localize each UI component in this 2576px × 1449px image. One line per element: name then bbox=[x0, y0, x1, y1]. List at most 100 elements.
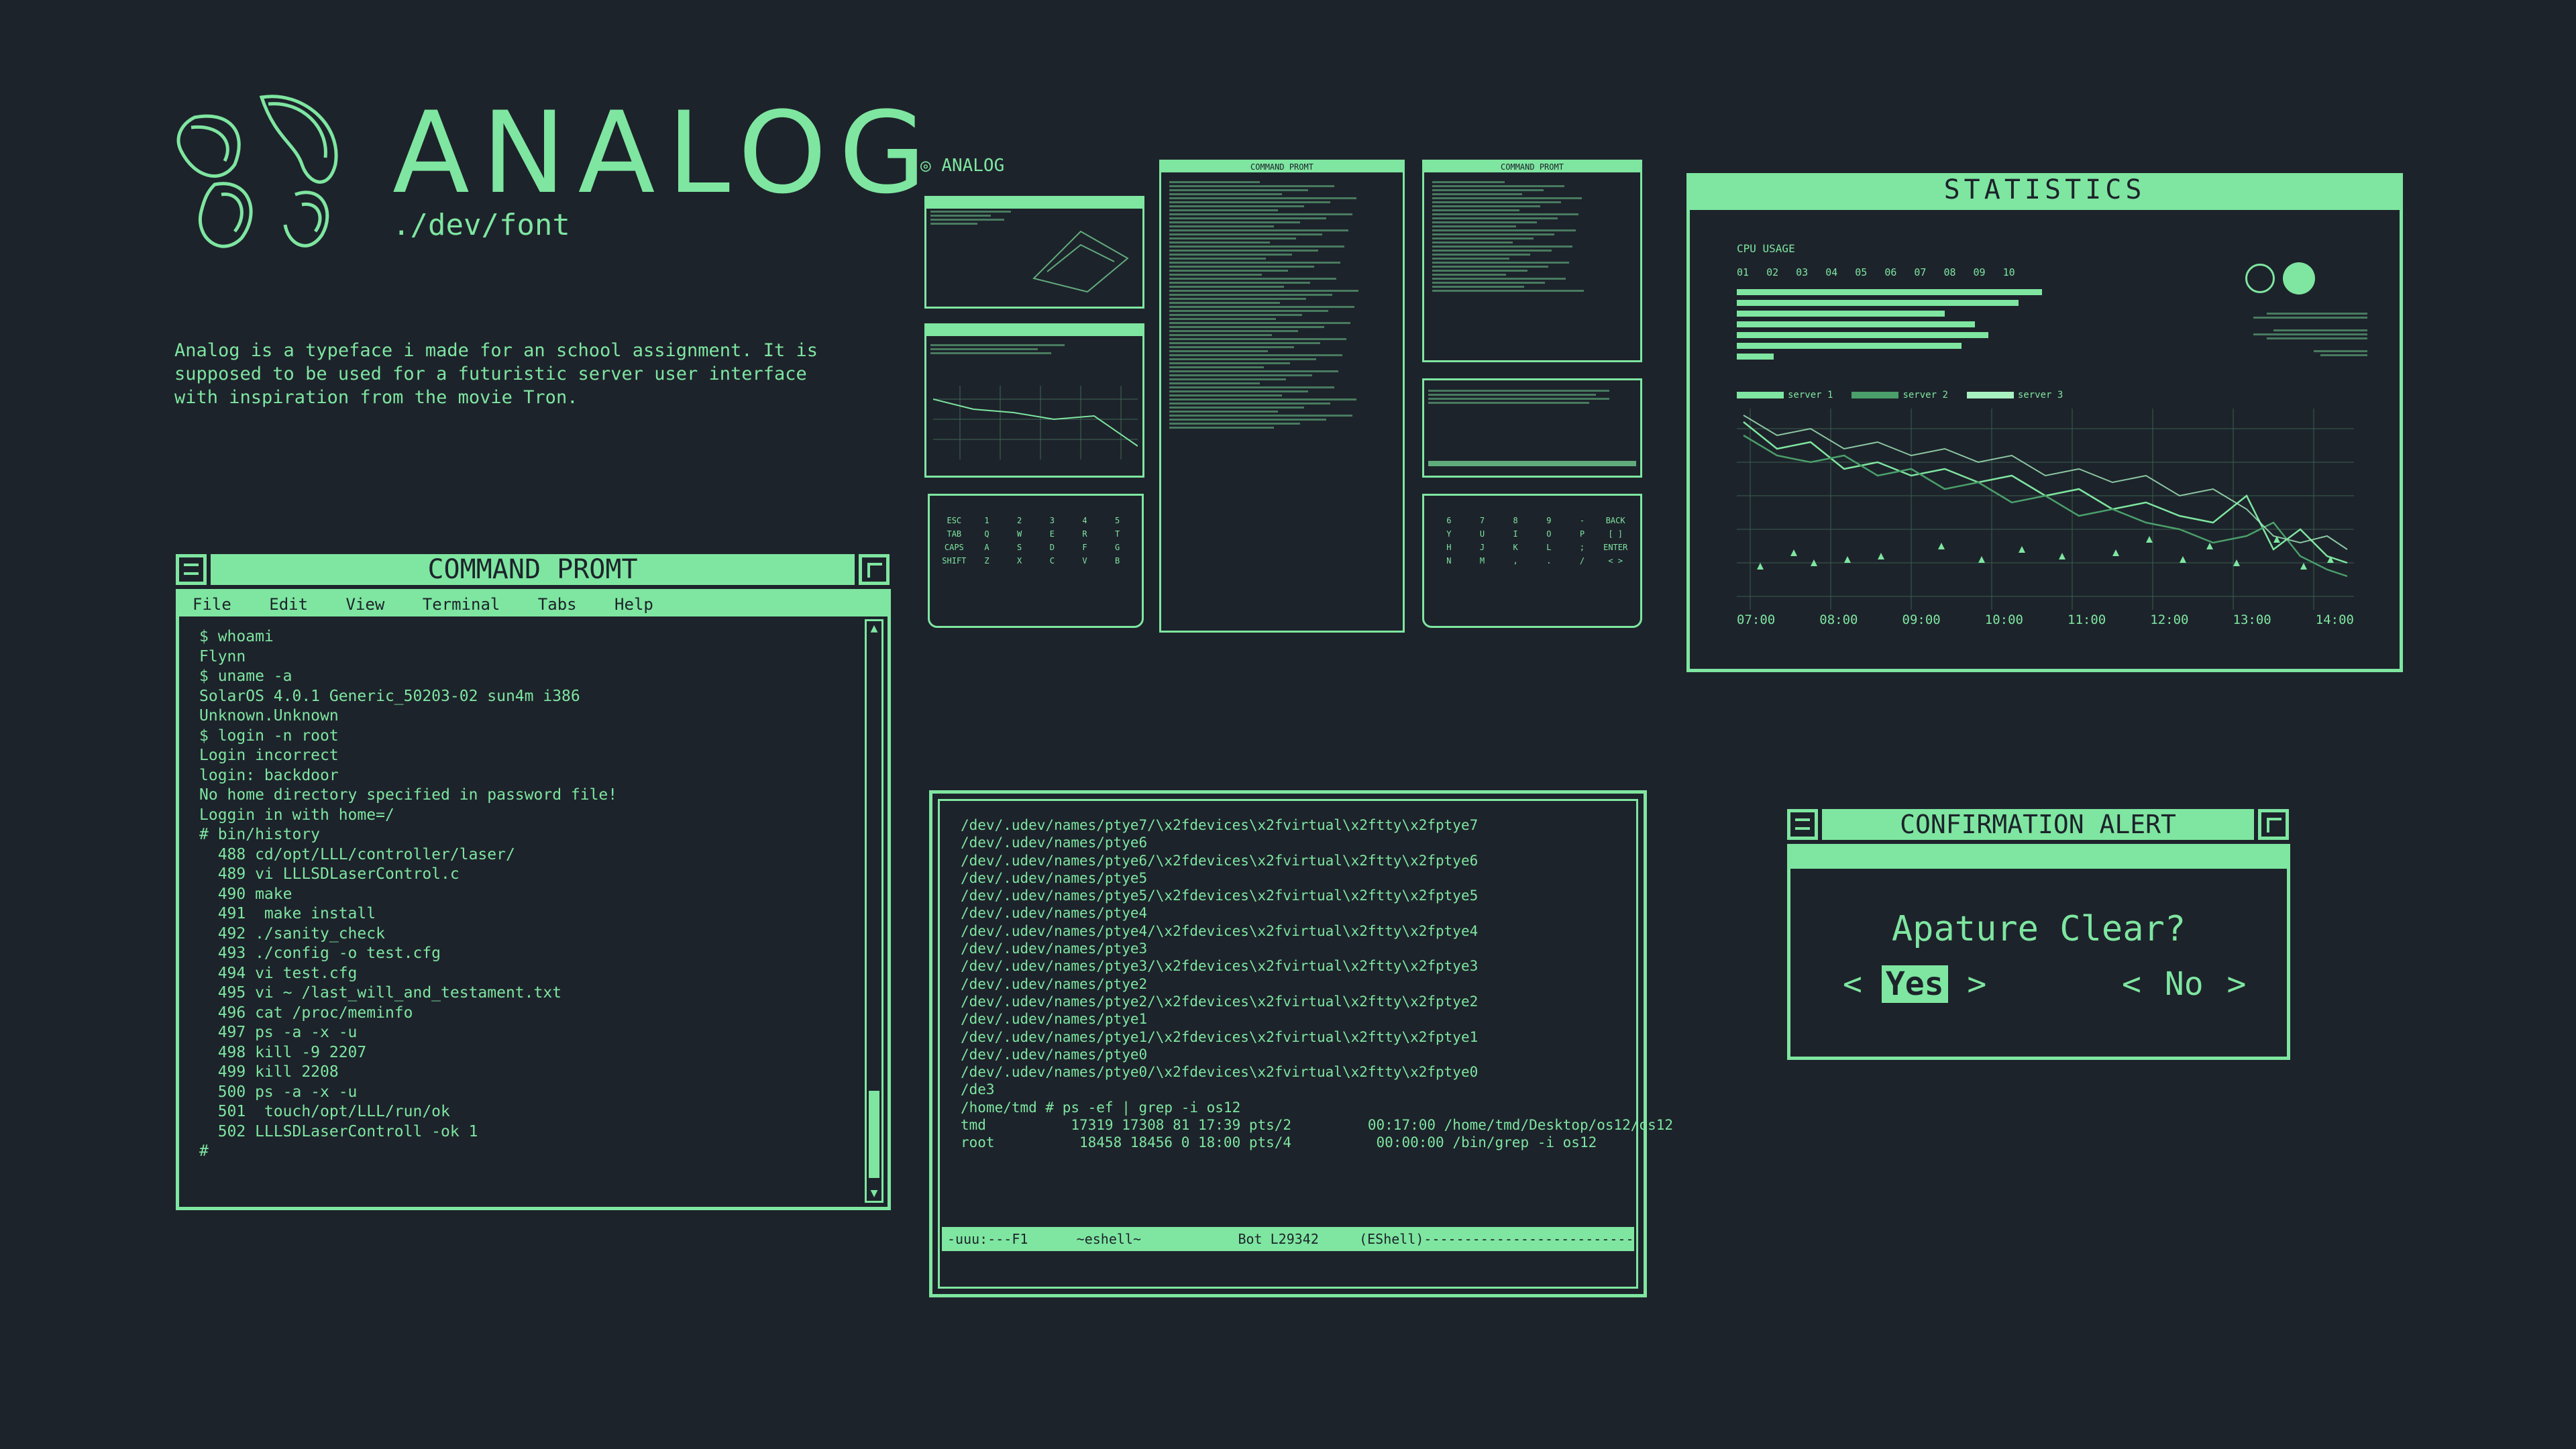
thumbnail-text-line bbox=[1432, 237, 1534, 239]
key-cap[interactable]: P bbox=[1567, 529, 1598, 539]
mini-logo: ◎ ANALOG bbox=[920, 156, 1005, 176]
status-indicator-icon[interactable] bbox=[2283, 262, 2315, 294]
key-cap[interactable]: B bbox=[1102, 556, 1132, 566]
key-cap[interactable]: W bbox=[1004, 529, 1034, 539]
key-cap[interactable]: R bbox=[1070, 529, 1100, 539]
key-cap[interactable]: ESC bbox=[939, 516, 969, 525]
key-cap[interactable]: 9 bbox=[1534, 516, 1564, 525]
server-notes bbox=[2247, 311, 2374, 358]
key-cap[interactable]: CAPS bbox=[939, 543, 969, 552]
key-cap[interactable]: D bbox=[1037, 543, 1067, 552]
key-cap[interactable]: Q bbox=[972, 529, 1002, 539]
alert-menu-icon[interactable] bbox=[1787, 809, 1818, 840]
thumbnail-text-line bbox=[1169, 213, 1352, 215]
yes-button[interactable]: Yes bbox=[1881, 965, 1948, 1003]
key-cap[interactable]: BACK bbox=[1600, 516, 1631, 525]
key-cap[interactable]: Y bbox=[1434, 529, 1464, 539]
scrollbar[interactable]: ▲ ▼ bbox=[865, 619, 883, 1203]
alert-question: Apature Clear? bbox=[1891, 909, 2186, 949]
key-cap[interactable]: , bbox=[1500, 556, 1531, 566]
key-cap[interactable]: V bbox=[1070, 556, 1100, 566]
thumbnail-text-line bbox=[1432, 193, 1523, 195]
refresh-icon[interactable] bbox=[2245, 264, 2275, 293]
cpu-core-label: 03 bbox=[1796, 266, 1809, 278]
no-option[interactable]: < No > bbox=[2122, 965, 2246, 1003]
thumbnail-text-line bbox=[1169, 270, 1288, 272]
menu-tabs[interactable]: Tabs bbox=[538, 595, 577, 614]
yes-option[interactable]: < Yes > bbox=[1843, 965, 1986, 1003]
key-cap[interactable]: G bbox=[1102, 543, 1132, 552]
key-cap[interactable]: TAB bbox=[939, 529, 969, 539]
terminal-line: /dev/.udev/names/ptye6/\x2fdevices\x2fvi… bbox=[961, 852, 1479, 869]
thumb-command-prompt-a: COMMAND PROMT bbox=[1159, 160, 1405, 633]
cpu-bar bbox=[1737, 300, 2019, 306]
thumbnail-text-line bbox=[1169, 354, 1342, 356]
key-cap[interactable]: Z bbox=[972, 556, 1002, 566]
key-cap[interactable]: - bbox=[1567, 516, 1598, 525]
no-chevron-left-icon: < bbox=[2122, 965, 2141, 1003]
key-cap[interactable]: X bbox=[1004, 556, 1034, 566]
thumb-terminal bbox=[1422, 378, 1642, 478]
thumbnail-text-line bbox=[1432, 258, 1510, 260]
thumbnail-text-line bbox=[1169, 197, 1356, 199]
window-menu-icon[interactable] bbox=[176, 554, 207, 585]
key-cap[interactable]: 4 bbox=[1070, 516, 1100, 525]
thumbnail-text-line bbox=[1169, 398, 1356, 400]
key-cap[interactable]: F bbox=[1070, 543, 1100, 552]
key-cap[interactable]: M bbox=[1467, 556, 1498, 566]
key-cap[interactable]: 6 bbox=[1434, 516, 1464, 525]
key-cap[interactable]: / bbox=[1567, 556, 1598, 566]
key-cap[interactable]: 8 bbox=[1500, 516, 1531, 525]
key-cap[interactable]: [ ] bbox=[1600, 529, 1631, 539]
thumb-statistics bbox=[924, 323, 1144, 478]
key-cap[interactable]: O bbox=[1534, 529, 1564, 539]
key-cap[interactable]: T bbox=[1102, 529, 1132, 539]
terminal-line: root 18458 18456 0 18:00 pts/4 00:00:00 … bbox=[961, 1134, 1597, 1151]
key-cap[interactable]: K bbox=[1500, 543, 1531, 552]
thumbnail-text-line bbox=[1169, 366, 1264, 368]
key-cap[interactable]: 5 bbox=[1102, 516, 1132, 525]
scroll-up-icon[interactable]: ▲ bbox=[867, 621, 881, 636]
menu-file[interactable]: File bbox=[193, 595, 231, 614]
key-cap[interactable]: SHIFT bbox=[939, 556, 969, 566]
key-cap[interactable]: 2 bbox=[1004, 516, 1034, 525]
thumbnail-text-line bbox=[1169, 370, 1338, 372]
key-cap[interactable]: I bbox=[1500, 529, 1531, 539]
key-cap[interactable]: 3 bbox=[1037, 516, 1067, 525]
key-cap[interactable]: L bbox=[1534, 543, 1564, 552]
command-prompt-body: File Edit View Terminal Tabs Help $ whoa… bbox=[176, 589, 891, 1210]
command-line: 493 ./config -o test.cfg bbox=[199, 945, 441, 962]
menu-edit[interactable]: Edit bbox=[269, 595, 308, 614]
thumb-keyboard-right: 6 7 8 9- BACK Y U I O P[ ] H J K L; ENTER N M,. / < > bbox=[1422, 494, 1642, 628]
key-cap[interactable]: E bbox=[1037, 529, 1067, 539]
key-cap[interactable]: A bbox=[972, 543, 1002, 552]
scroll-down-icon[interactable]: ▼ bbox=[867, 1186, 881, 1201]
menu-terminal[interactable]: Terminal bbox=[423, 595, 500, 614]
key-cap[interactable]: C bbox=[1037, 556, 1067, 566]
thumb-cp-a-title: COMMAND PROMT bbox=[1161, 162, 1403, 172]
thumbnail-text-line bbox=[1169, 378, 1286, 380]
thumbnail-text-line bbox=[1432, 221, 1537, 223]
terminal-line: /dev/.udev/names/ptye0/\x2fdevices\x2fvi… bbox=[961, 1064, 1479, 1081]
window-resize-icon[interactable] bbox=[859, 554, 890, 585]
key-cap[interactable]: 1 bbox=[972, 516, 1002, 525]
key-cap[interactable]: ENTER bbox=[1600, 543, 1631, 552]
thumbnail-text-line bbox=[1169, 229, 1348, 231]
key-cap[interactable]: . bbox=[1534, 556, 1564, 566]
key-cap[interactable]: J bbox=[1467, 543, 1498, 552]
key-cap[interactable]: < > bbox=[1600, 556, 1631, 566]
scroll-thumb[interactable] bbox=[869, 1091, 879, 1178]
key-cap[interactable]: 7 bbox=[1467, 516, 1498, 525]
brand-subtitle: ./dev/font bbox=[392, 208, 570, 242]
alert-resize-icon[interactable] bbox=[2258, 809, 2289, 840]
menu-help[interactable]: Help bbox=[614, 595, 653, 614]
key-cap[interactable]: U bbox=[1467, 529, 1498, 539]
key-cap[interactable]: ; bbox=[1567, 543, 1598, 552]
key-cap[interactable]: S bbox=[1004, 543, 1034, 552]
thumb-keyboard-left: ESC 1 2 3 4 5 TAB Q W E R T CAPS A S D F G SHIFT Z X C V B bbox=[928, 494, 1144, 628]
no-button[interactable]: No bbox=[2161, 965, 2208, 1003]
key-cap[interactable]: H bbox=[1434, 543, 1464, 552]
menu-view[interactable]: View bbox=[346, 595, 385, 614]
thumbnail-text-line bbox=[1169, 274, 1262, 276]
key-cap[interactable]: N bbox=[1434, 556, 1464, 566]
